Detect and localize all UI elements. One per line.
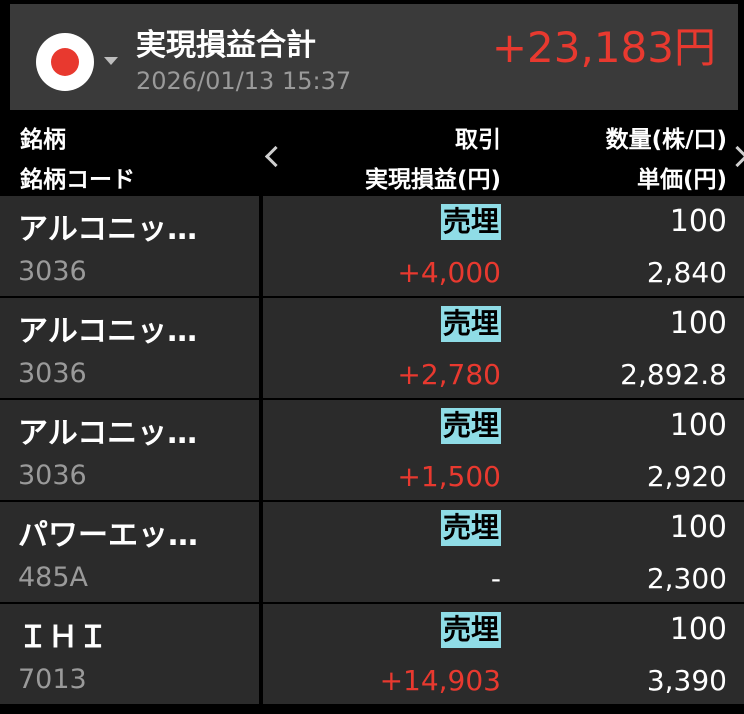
- detail-cell: 売埋 +4,000 100 2,840: [263, 196, 744, 296]
- stock-name: アルコニッ…: [18, 212, 198, 247]
- trade-type-badge: 売埋: [440, 306, 501, 342]
- stock-name: アルコニッ…: [18, 416, 198, 451]
- detail-cell: 売埋 - 100 2,300: [263, 502, 744, 602]
- quantity: 100: [669, 204, 727, 239]
- flag-red-circle: [51, 48, 79, 76]
- quantity: 100: [669, 612, 727, 647]
- header-unit-price: 単価(円): [636, 167, 727, 193]
- unit-price: 2,892.8: [620, 358, 727, 391]
- header-stock-name: 銘柄: [20, 127, 66, 153]
- table-header: 銘柄 銘柄コード 取引 実現損益(円) 数量(株/口) 単価(円): [0, 116, 744, 196]
- table-row[interactable]: ＩＨＩ 7013 売埋 +14,903 100 3,390: [0, 604, 744, 704]
- stock-code: 3036: [18, 358, 87, 389]
- table-row[interactable]: アルコニッ… 3036 売埋 +1,500 100 2,920: [0, 400, 744, 500]
- stock-code: 3036: [18, 460, 87, 491]
- trade-type-badge: 売埋: [440, 408, 501, 444]
- stock-name: アルコニッ…: [18, 314, 198, 349]
- summary-total-value: +23,183円: [491, 23, 716, 72]
- summary-timestamp: 2026/01/13 15:37: [136, 67, 352, 95]
- stock-cell: ＩＨＩ 7013: [0, 604, 259, 704]
- realized-pnl: +14,903: [379, 664, 501, 697]
- detail-cell: 売埋 +2,780 100 2,892.8: [263, 298, 744, 398]
- unit-price: 2,920: [646, 460, 727, 493]
- stock-name: パワーエッ…: [18, 518, 198, 553]
- realized-pnl-summary[interactable]: 実現損益合計 2026/01/13 15:37 +23,183円: [10, 4, 738, 110]
- trade-list: アルコニッ… 3036 売埋 +4,000 100 2,840 アルコニッ… 3…: [0, 196, 744, 706]
- stock-cell: アルコニッ… 3036: [0, 400, 259, 500]
- stock-code: 485A: [18, 562, 89, 593]
- unit-price: 2,300: [646, 562, 727, 595]
- table-row[interactable]: アルコニッ… 3036 売埋 +2,780 100 2,892.8: [0, 298, 744, 398]
- stock-code: 7013: [18, 664, 87, 695]
- stock-cell: パワーエッ… 485A: [0, 502, 259, 602]
- stock-name: ＩＨＩ: [18, 620, 108, 655]
- table-row[interactable]: アルコニッ… 3036 売埋 +4,000 100 2,840: [0, 196, 744, 296]
- header-quantity: 数量(株/口): [605, 127, 727, 153]
- summary-area: 実現損益合計 2026/01/13 15:37 +23,183円: [0, 0, 744, 116]
- realized-pnl: +1,500: [397, 460, 501, 493]
- realized-pnl: +4,000: [397, 256, 501, 289]
- table-row[interactable]: パワーエッ… 485A 売埋 - 100 2,300: [0, 502, 744, 602]
- header-trade: 取引: [455, 127, 501, 153]
- unit-price: 2,840: [646, 256, 727, 289]
- quantity: 100: [669, 510, 727, 545]
- detail-cell: 売埋 +1,500 100 2,920: [263, 400, 744, 500]
- header-realized-pnl: 実現損益(円): [364, 167, 501, 193]
- trade-type-badge: 売埋: [440, 510, 501, 546]
- detail-cell: 売埋 +14,903 100 3,390: [263, 604, 744, 704]
- realized-pnl: +2,780: [397, 358, 501, 391]
- unit-price: 3,390: [646, 664, 727, 697]
- trade-type-badge: 売埋: [440, 612, 501, 648]
- stock-cell: アルコニッ… 3036: [0, 298, 259, 398]
- trade-type-badge: 売埋: [440, 204, 501, 240]
- quantity: 100: [669, 306, 727, 341]
- caret-down-icon[interactable]: [104, 57, 118, 65]
- header-stock-code: 銘柄コード: [20, 167, 135, 193]
- japan-flag-icon[interactable]: [36, 33, 94, 91]
- stock-code: 3036: [18, 256, 87, 287]
- quantity: 100: [669, 408, 727, 443]
- realized-pnl: -: [490, 562, 501, 595]
- stock-cell: アルコニッ… 3036: [0, 196, 259, 296]
- summary-title: 実現損益合計: [136, 28, 316, 63]
